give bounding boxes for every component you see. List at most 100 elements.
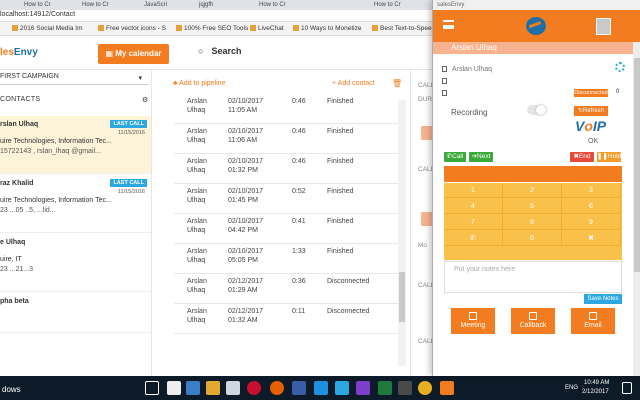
excel-icon[interactable] — [378, 381, 392, 395]
my-calendar-button[interactable]: ▦ My calendar — [98, 44, 169, 64]
scrollbar-thumb[interactable] — [399, 272, 405, 322]
dial-key[interactable]: 6 — [562, 199, 621, 214]
toggle-knob — [536, 105, 546, 115]
dial-clear-key[interactable]: ✖ — [562, 231, 621, 246]
phone-field — [442, 78, 452, 85]
gear-icon[interactable]: ⚙ — [142, 96, 149, 104]
table-row: Arslan Ulhaq 02/12/2017 01:29 AM 0:36 Disconn… — [174, 274, 400, 304]
bookmark-item[interactable]: 100% Free SEO Tools — [176, 25, 248, 32]
dial-phone-key[interactable]: ✆ — [444, 231, 503, 246]
app-icon[interactable] — [226, 381, 240, 395]
avatar[interactable] — [596, 18, 611, 35]
visual-studio-code-icon[interactable] — [314, 381, 328, 395]
search-icon: ○ — [198, 46, 204, 56]
scrollbar[interactable] — [398, 100, 406, 366]
browser-tab[interactable]: How to Cr — [370, 0, 420, 10]
email-button[interactable]: Email — [571, 308, 615, 334]
dial-key[interactable]: 7 — [444, 215, 503, 230]
app-icon[interactable] — [186, 381, 200, 395]
bookmark-item[interactable]: 2016 Social Media Im — [12, 25, 83, 32]
contact-card[interactable]: rslan Ulhaq LAST CALL 11/15/2016 uire Te… — [0, 116, 151, 174]
browser-tab[interactable]: How to Cr — [255, 0, 300, 10]
skype-icon[interactable] — [335, 381, 349, 395]
salesenvy-taskbar-icon[interactable] — [440, 381, 454, 395]
add-contact-link[interactable]: + Add contact — [332, 80, 375, 87]
dial-display[interactable] — [444, 166, 622, 182]
status-badge: Disconnected — [574, 89, 608, 97]
dial-key[interactable]: 4 — [444, 199, 503, 214]
dial-key[interactable]: 9 — [562, 215, 621, 230]
dial-key[interactable]: 1 — [444, 183, 503, 198]
bookmark-item[interactable]: LiveChat — [250, 25, 284, 32]
popup-title: salesEnvy — [433, 0, 640, 10]
popup-scrollbar[interactable] — [633, 42, 640, 376]
app-icon[interactable] — [292, 381, 306, 395]
hamburger-menu-icon[interactable] — [443, 20, 454, 29]
callback-button[interactable]: Callback — [511, 308, 555, 334]
hold-button[interactable]: ❚❚Hold — [597, 152, 621, 162]
table-row: Arslan Ulhaq 02/10/2017 04:42 PM 0:41 Finishe… — [174, 214, 400, 244]
browser-tab[interactable]: jqjgfh — [195, 0, 235, 10]
table-row: Arslan Ulhaq 02/10/2017 01:45 PM 0:52 Finishe… — [174, 184, 400, 214]
dialpad: 1 2 3 4 5 6 7 8 9 ✆ 0 ✖ — [444, 183, 622, 260]
end-button[interactable]: ✖End — [570, 152, 594, 162]
call-button[interactable]: ✆Call — [444, 152, 466, 162]
search-box[interactable]: ○ Search — [198, 46, 241, 56]
opera-icon[interactable] — [247, 381, 261, 395]
next-button[interactable]: ➔Next — [469, 152, 493, 162]
bookmark-icon — [250, 25, 256, 32]
bookmark-item[interactable]: 10 Ways to Monetize — [293, 25, 361, 32]
recording-label: Recording — [451, 108, 488, 117]
calendar-icon: ▦ — [105, 49, 116, 58]
email-icon — [442, 90, 447, 97]
envelope-icon — [589, 312, 597, 320]
dial-key[interactable]: 3 — [562, 183, 621, 198]
meeting-button[interactable]: Meeting — [451, 308, 495, 334]
last-call-badge: LAST CALL — [110, 179, 147, 187]
campaign-select[interactable]: FIRST CAMPAIGN ▾ — [0, 73, 148, 85]
add-to-pipeline-link[interactable]: ♣ Add to pipeline — [173, 80, 225, 87]
notification-icon[interactable] — [622, 382, 632, 394]
save-notes-button[interactable]: Save Notes — [584, 294, 622, 304]
contact-card[interactable]: pha beta — [0, 293, 151, 333]
recording-toggle[interactable] — [527, 105, 546, 115]
dial-key[interactable]: 8 — [503, 215, 562, 230]
bookmark-item[interactable]: Free vector icons - S — [98, 25, 166, 32]
phone-icon — [442, 78, 447, 85]
trash-icon[interactable]: 🗑 — [392, 79, 402, 88]
bookmark-icon — [176, 25, 182, 32]
bookmark-item[interactable]: Best Text-to-Speech — [372, 25, 438, 32]
bookmark-icon — [372, 25, 378, 32]
browser-tab[interactable]: How to Cr — [78, 0, 128, 10]
contacts-panel: FIRST CAMPAIGN ▾ CONTACTS ⚙ rslan Ulhaq LA… — [0, 70, 152, 376]
dial-key[interactable]: 2 — [503, 183, 562, 198]
notes-textarea[interactable]: Put your notes here — [444, 261, 622, 293]
table-row: Arslan Ulhaq 02/12/2017 01:32 AM 0:11 Disconn… — [174, 304, 400, 334]
call-history-table: Arslan Ulhaq 02/10/2017 11:05 AM 0:46 Finishe… — [174, 94, 400, 334]
user-icon — [442, 66, 447, 73]
calendar-icon — [469, 312, 477, 320]
scrollbar-thumb[interactable] — [634, 58, 640, 272]
app-icon[interactable] — [398, 381, 412, 395]
contact-name-field: Arslan Ulhaq — [442, 66, 492, 73]
folder-icon[interactable] — [206, 381, 220, 395]
status-count: 0 — [616, 89, 620, 95]
email-field — [442, 90, 452, 97]
refresh-button[interactable]: ↻Refresh — [574, 106, 608, 116]
app-icon[interactable] — [167, 381, 181, 395]
address-text: localhost:14912/Contact — [0, 11, 76, 18]
table-row: Arslan Ulhaq 02/10/2017 11:06 AM 0:46 Finishe… — [174, 124, 400, 154]
gear-icon[interactable] — [615, 62, 625, 72]
task-view-icon[interactable] — [145, 381, 159, 395]
browser-tab[interactable]: How to Cr — [20, 0, 70, 10]
browser-tab[interactable]: JavaScri — [140, 0, 182, 10]
visual-studio-icon[interactable] — [356, 381, 370, 395]
firefox-icon[interactable] — [270, 381, 284, 395]
contact-card[interactable]: raz Khalid LAST CALL 11/15/2016 uire Tec… — [0, 175, 151, 233]
dial-key[interactable]: 5 — [503, 199, 562, 214]
dial-key[interactable]: 0 — [503, 231, 562, 246]
chrome-icon[interactable] — [418, 381, 432, 395]
contact-card[interactable]: e Ulhaq uire, IT 23 ...21...3 — [0, 234, 151, 292]
app-logo[interactable]: lesEnvy — [0, 47, 38, 58]
table-row: Arslan Ulhaq 02/10/2017 11:05 AM 0:46 Finishe… — [174, 94, 400, 124]
